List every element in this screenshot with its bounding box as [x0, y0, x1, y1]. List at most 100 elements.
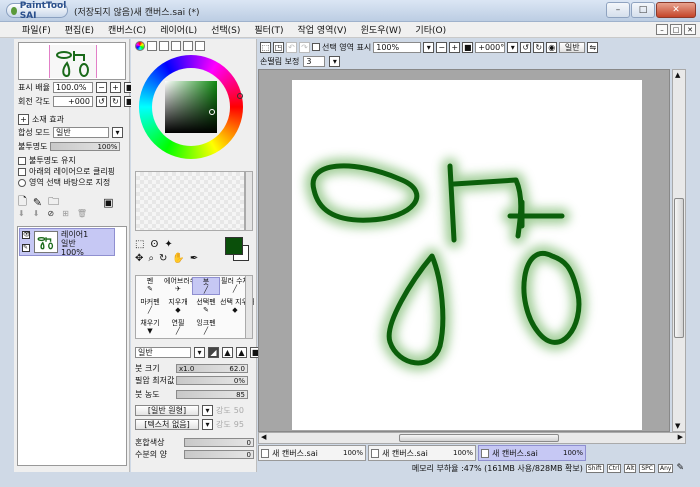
tool-fill[interactable]: 채우기 ▼ [136, 319, 164, 335]
brush-size-slider[interactable]: x1.0 62.0 [176, 364, 248, 373]
brush-shape-2-icon[interactable]: ▲ [222, 347, 233, 358]
layer-item[interactable]: 👁 ✎ 레이어1 일반 100% [19, 228, 115, 257]
menu-select[interactable]: 선택(S) [211, 23, 240, 36]
mix-slider[interactable]: 0 [184, 438, 254, 447]
merge-down-icon[interactable]: ⬇ [33, 209, 40, 218]
toolbar-rotate-right-icon[interactable]: ↻ [533, 41, 545, 53]
canvas-horizontal-scrollbar[interactable]: ◀ ▶ [258, 432, 686, 444]
water-slider[interactable]: 0 [184, 450, 254, 459]
flip-view-icon[interactable]: ⇋ [587, 41, 599, 53]
toolbar-rotate-reset-icon[interactable]: ◉ [546, 41, 558, 53]
menu-filter[interactable]: 필터(T) [254, 23, 283, 36]
show-selection-checkbox[interactable] [312, 43, 320, 51]
tool-select-pen[interactable]: 선택펜 ✎ [192, 298, 220, 314]
menu-layer[interactable]: 레이어(L) [160, 23, 197, 36]
rotate-icon[interactable]: ↻ [159, 253, 167, 264]
color-wheel-tab-icon[interactable] [135, 41, 145, 51]
toolbar-zoom-reset-icon[interactable]: ■ [462, 41, 474, 53]
scroll-right-icon[interactable]: ▶ [678, 433, 683, 441]
swatch-tab-icon[interactable] [183, 41, 193, 51]
undo-icon[interactable]: ↶ [286, 41, 297, 53]
zoom-icon[interactable]: ⌕ [148, 253, 154, 264]
view-mode-button[interactable]: 일반 [559, 41, 586, 53]
rotate-left-button[interactable]: ↺ [95, 96, 107, 107]
tool-airbrush[interactable]: 에어브러쉬 ✈ [164, 277, 196, 293]
tool-marker[interactable]: 마커펜 ╱ [136, 298, 164, 314]
tool-pen[interactable]: 펜 ✎ [136, 277, 164, 293]
drawing-canvas[interactable] [292, 80, 642, 430]
document-tab[interactable]: 새 캔버스.sai 100% [258, 445, 366, 461]
toolbar-zoom-out-icon[interactable]: − [436, 41, 448, 53]
swatch-grid[interactable] [135, 171, 245, 231]
blend-mode-select[interactable]: 일반 [52, 127, 109, 138]
menu-canvas[interactable]: 캔버스(C) [108, 23, 146, 36]
brush-shape-3-icon[interactable]: ▲ [236, 347, 247, 358]
scratchpad-tab-icon[interactable] [195, 41, 205, 51]
foreground-color[interactable] [225, 237, 243, 255]
deselect-icon[interactable]: ⬚ [260, 41, 271, 53]
menu-other[interactable]: 기타(O) [415, 23, 446, 36]
density-slider[interactable]: 85 [176, 390, 248, 399]
transfer-down-icon[interactable]: ⬇ [18, 209, 25, 218]
move-icon[interactable]: ✥ [135, 253, 143, 264]
zoom-dropdown-icon[interactable]: ▾ [423, 41, 435, 53]
angle-value[interactable]: +000 [52, 96, 93, 107]
menu-workspace[interactable]: 작업 영역(V) [297, 23, 346, 36]
brush-shape-select[interactable]: [일반 원형] [135, 405, 199, 416]
zoom-value[interactable]: 100.0% [52, 82, 93, 93]
mdi-close-button[interactable]: ✕ [684, 24, 696, 35]
stabilizer-dropdown-icon[interactable]: ▾ [329, 56, 341, 67]
min-size-slider[interactable]: 0% [176, 376, 248, 385]
toolbar-rotate-left-icon[interactable]: ↺ [520, 41, 532, 53]
brush-shape-dropdown-icon[interactable]: ▾ [202, 405, 213, 416]
effect-toggle-icon[interactable]: + [18, 114, 29, 125]
merge-all-icon[interactable]: ⊞ [62, 209, 69, 218]
rotation-dropdown-icon[interactable]: ▾ [507, 41, 519, 53]
hsv-slider-tab-icon[interactable] [159, 41, 169, 51]
brush-mode-select[interactable]: 일반 [135, 347, 191, 358]
mdi-restore-button[interactable]: □ [670, 24, 682, 35]
menu-window[interactable]: 윈도우(W) [361, 23, 402, 36]
tool-eraser[interactable]: 지우개 ◆ [164, 298, 192, 314]
rotate-right-button[interactable]: ↻ [109, 96, 121, 107]
close-button[interactable]: ✕ [656, 2, 696, 18]
zoom-in-button[interactable]: + [109, 82, 121, 93]
maximize-button[interactable]: □ [631, 2, 655, 18]
menu-file[interactable]: 파일(F) [22, 23, 51, 36]
preserve-opacity-checkbox[interactable] [18, 156, 26, 165]
mdi-minimize-button[interactable]: – [656, 24, 668, 35]
rotation-field[interactable]: +000° [475, 41, 506, 53]
document-tab[interactable]: 새 캔버스.sai 100% [368, 445, 476, 461]
new-vector-layer-icon[interactable]: ✎ [33, 196, 42, 209]
scroll-left-icon[interactable]: ◀ [261, 433, 266, 441]
selection-source-radio[interactable] [18, 178, 26, 187]
clear-layer-icon[interactable]: ⊘ [47, 209, 54, 218]
tool-pencil[interactable]: 연필 ╱ [164, 319, 192, 335]
tool-brush[interactable]: 붓 ╱ [192, 277, 220, 295]
scroll-down-icon[interactable]: ▼ [675, 422, 680, 430]
canvas-vertical-scrollbar[interactable]: ▲ ▼ [672, 69, 686, 432]
zoom-out-button[interactable]: − [95, 82, 107, 93]
minimize-button[interactable]: – [606, 2, 630, 18]
clipping-checkbox[interactable] [18, 167, 26, 176]
tool-ink-pen[interactable]: 잉크펜 ╱ [192, 319, 220, 335]
brush-texture-select[interactable]: [텍스처 없음] [135, 419, 199, 430]
zoom-select[interactable]: 100% [373, 41, 422, 53]
stabilizer-value[interactable]: 3 [303, 56, 326, 67]
horizontal-scroll-thumb[interactable] [399, 434, 559, 442]
invert-select-icon[interactable]: ◳ [273, 41, 284, 53]
opacity-slider[interactable]: 100% [50, 142, 121, 151]
eyedropper-icon[interactable]: ✒ [190, 253, 198, 264]
magic-wand-icon[interactable]: ✦ [164, 239, 172, 250]
vertical-scroll-thumb[interactable] [674, 198, 684, 338]
brush-shape-1-icon[interactable]: ◢ [208, 347, 219, 358]
saturation-value-square[interactable] [165, 81, 217, 133]
color-wheel[interactable] [139, 55, 243, 159]
toolbar-zoom-in-icon[interactable]: + [449, 41, 461, 53]
scroll-up-icon[interactable]: ▲ [675, 71, 680, 79]
document-tab-active[interactable]: 새 캔버스.sai 100% [478, 445, 586, 461]
menu-edit[interactable]: 편집(E) [65, 23, 94, 36]
navigator-preview[interactable] [18, 42, 126, 80]
swatch-scrollbar[interactable] [245, 171, 253, 231]
layer-mask-icon[interactable]: ▣ [103, 196, 113, 209]
